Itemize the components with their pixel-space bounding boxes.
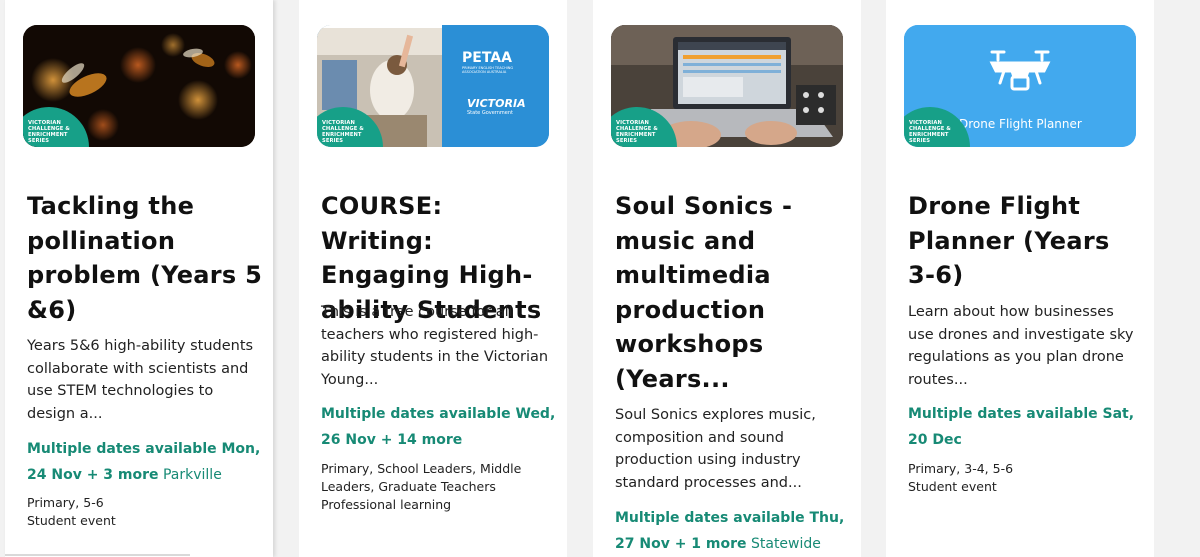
- card-image-petaa[interactable]: PETAA PRIMARY ENGLISH TEACHING ASSOCIATI…: [317, 25, 549, 147]
- card-meta: Primary, 3-4, 5-6 Student event: [908, 460, 1144, 496]
- event-type-text: Student event: [908, 479, 997, 494]
- event-type-text: Professional learning: [321, 497, 452, 512]
- card-image-drone[interactable]: Drone Flight Planner VICTORIAN CHALLENGE…: [904, 25, 1136, 147]
- event-card-drone[interactable]: Drone Flight Planner VICTORIAN CHALLENGE…: [886, 0, 1154, 557]
- series-badge-text: VICTORIAN CHALLENGE & ENRICHMENT SERIES: [616, 120, 658, 144]
- victoria-logo: VICTORIA State Government: [467, 97, 526, 116]
- card-dates: Multiple dates available Thu, 27 Nov + 1…: [615, 505, 855, 557]
- card-description: Learn about how businesses use drones an…: [908, 304, 1134, 388]
- location-text: Parkville: [162, 467, 222, 483]
- audience-text: Primary, 3-4, 5-6: [908, 461, 1014, 476]
- card-image-laptop[interactable]: VICTORIAN CHALLENGE & ENRICHMENT SERIES: [611, 25, 843, 147]
- divider: [5, 554, 190, 556]
- series-badge-text: VICTORIAN CHALLENGE & ENRICHMENT SERIES: [28, 120, 70, 144]
- card-image-bees[interactable]: VICTORIAN CHALLENGE & ENRICHMENT SERIES: [23, 25, 255, 147]
- card-dates: Multiple dates available Wed, 26 Nov + 1…: [321, 401, 561, 453]
- card-dates: Multiple dates available Sat, 20 Dec: [908, 401, 1148, 453]
- audience-text: Primary, 5-6: [27, 495, 104, 510]
- card-meta: Primary, 5-6 Student event: [27, 494, 263, 530]
- event-card-writing-course[interactable]: PETAA PRIMARY ENGLISH TEACHING ASSOCIATI…: [299, 0, 567, 557]
- card-title[interactable]: Tackling the pollination problem (Years …: [27, 189, 263, 327]
- card-meta: Primary, School Leaders, Middle Leaders,…: [321, 460, 557, 514]
- petaa-logo: PETAA PRIMARY ENGLISH TEACHING ASSOCIATI…: [462, 50, 532, 74]
- dates-text: Multiple dates available Wed, 26 Nov + 1…: [321, 406, 556, 448]
- card-title[interactable]: Drone Flight Planner (Years 3-6): [908, 189, 1144, 293]
- card-description: This is a free course for all teachers w…: [321, 304, 549, 388]
- petaa-logo-subtext: PRIMARY ENGLISH TEACHING ASSOCIATION AUS…: [462, 66, 514, 74]
- card-description: Soul Sonics explores music, composition …: [615, 407, 816, 491]
- dates-text: Multiple dates available Sat, 20 Dec: [908, 406, 1135, 448]
- card-description: Years 5&6 high-ability students collabor…: [27, 338, 254, 422]
- event-card-pollination[interactable]: VICTORIAN CHALLENGE & ENRICHMENT SERIES …: [5, 0, 273, 557]
- audience-text: Primary, School Leaders, Middle Leaders,…: [321, 461, 522, 494]
- location-text: Statewide: [750, 536, 821, 552]
- event-type-text: Student event: [27, 513, 116, 528]
- card-title[interactable]: Soul Sonics - music and multimedia produ…: [615, 189, 851, 396]
- dates-text: Multiple dates available Mon, 24 Nov + 3…: [27, 441, 261, 483]
- series-badge-text: VICTORIAN CHALLENGE & ENRICHMENT SERIES: [909, 120, 951, 144]
- event-card-soul-sonics[interactable]: VICTORIAN CHALLENGE & ENRICHMENT SERIES …: [593, 0, 861, 557]
- petaa-logo-text: PETAA: [462, 50, 512, 66]
- victoria-logo-text: VICTORIA: [467, 97, 526, 110]
- thumb-title: Drone Flight Planner: [959, 117, 1082, 131]
- series-badge-text: VICTORIAN CHALLENGE & ENRICHMENT SERIES: [322, 120, 364, 144]
- victoria-logo-subtext: State Government: [467, 110, 514, 116]
- card-dates: Multiple dates available Mon, 24 Nov + 3…: [27, 436, 267, 488]
